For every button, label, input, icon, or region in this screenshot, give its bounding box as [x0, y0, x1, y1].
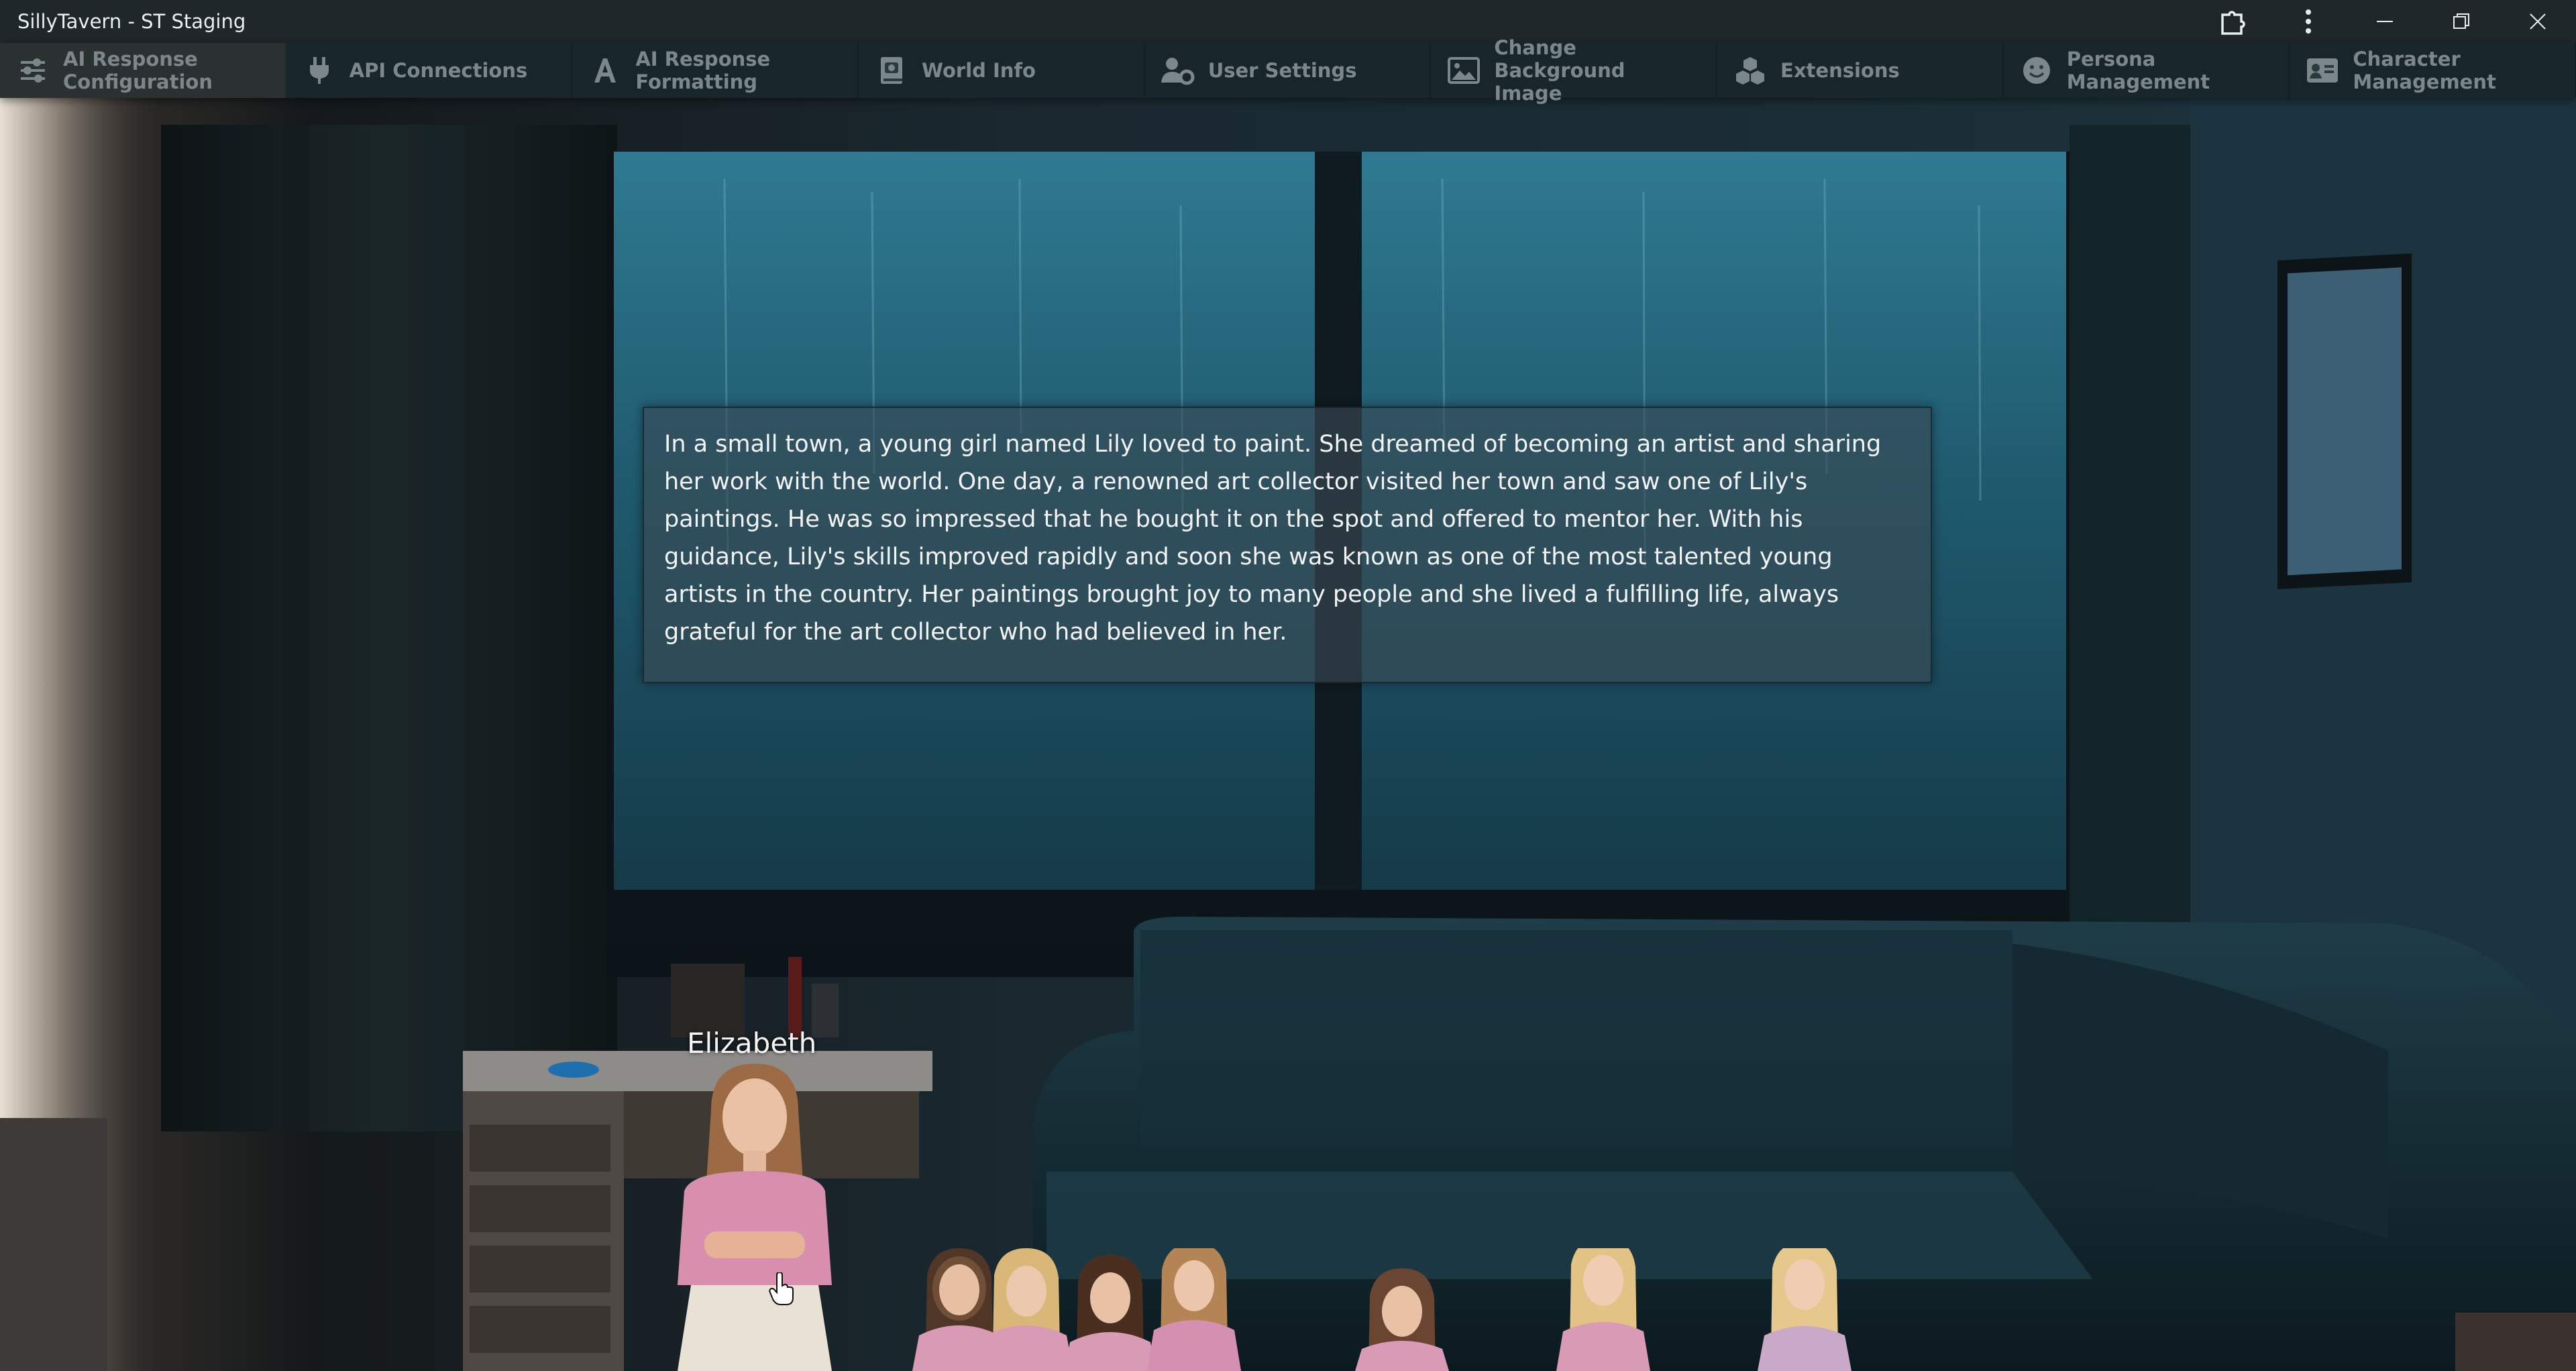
cubes-icon: [1732, 52, 1768, 89]
sprite-7: [1758, 1248, 1851, 1371]
nav-ai-response-formatting[interactable]: AI Response Formatting: [572, 43, 859, 98]
hand-cursor-icon: [769, 1272, 794, 1305]
window-title: SillyTavern - ST Staging: [17, 10, 246, 33]
nav-ai-response-configuration[interactable]: AI Response Configuration: [0, 43, 286, 98]
active-character-name: Elizabeth: [687, 1027, 817, 1060]
image-icon: [1446, 52, 1482, 89]
nav-label: Character Management: [2353, 48, 2496, 93]
extensions-icon[interactable]: [2194, 0, 2270, 43]
window-controls: [2194, 0, 2576, 43]
nav-label: Persona Management: [2066, 48, 2210, 93]
nav-label: Change Background Image: [1494, 36, 1625, 105]
sprite-2: [979, 1248, 1073, 1371]
nav-character-management[interactable]: Character Management: [2290, 43, 2576, 98]
character-sprites-row: [912, 1248, 1851, 1371]
font-icon: [587, 52, 623, 89]
window-titlebar: SillyTavern - ST Staging: [0, 0, 2576, 43]
room-background: [0, 98, 2576, 1371]
sprite-5: [1355, 1268, 1449, 1371]
character-sprite-elizabeth[interactable]: [664, 1064, 845, 1371]
sliders-icon: [15, 52, 51, 89]
user-gear-icon: [1160, 52, 1196, 89]
minimize-icon[interactable]: [2347, 0, 2423, 43]
nav-api-connections[interactable]: API Connections: [286, 43, 573, 98]
background-image: [0, 98, 2576, 1371]
nav-world-info[interactable]: World Info: [859, 43, 1145, 98]
restore-icon[interactable]: [2423, 0, 2500, 43]
nav-extensions[interactable]: Extensions: [1717, 43, 2004, 98]
nav-change-background-image[interactable]: Change Background Image: [1431, 36, 1718, 105]
sprite-4: [1147, 1248, 1241, 1371]
nav-user-settings[interactable]: User Settings: [1145, 43, 1432, 98]
nav-label: AI Response Configuration: [63, 48, 213, 93]
book-icon: [873, 52, 910, 89]
sillytavern-window: SillyTavern - ST Staging AI Response Con…: [0, 0, 2576, 1371]
top-navigation-bar: AI Response Configuration API Connection…: [0, 36, 2576, 105]
more-menu-icon[interactable]: [2270, 0, 2347, 43]
nav-label: World Info: [922, 59, 1036, 82]
plug-icon: [301, 52, 337, 89]
address-card-icon: [2304, 52, 2341, 89]
sprite-3: [1064, 1255, 1157, 1371]
chat-message-box[interactable]: In a small town, a young girl named Lily…: [643, 407, 1932, 683]
nav-label: Extensions: [1780, 59, 1900, 82]
face-smile-icon: [2019, 52, 2055, 89]
nav-label: User Settings: [1208, 59, 1357, 82]
nav-label: AI Response Formatting: [635, 48, 771, 93]
nav-label: API Connections: [349, 59, 528, 82]
close-icon[interactable]: [2500, 0, 2576, 43]
sprite-6: [1556, 1248, 1650, 1371]
nav-persona-management[interactable]: Persona Management: [2004, 43, 2290, 98]
